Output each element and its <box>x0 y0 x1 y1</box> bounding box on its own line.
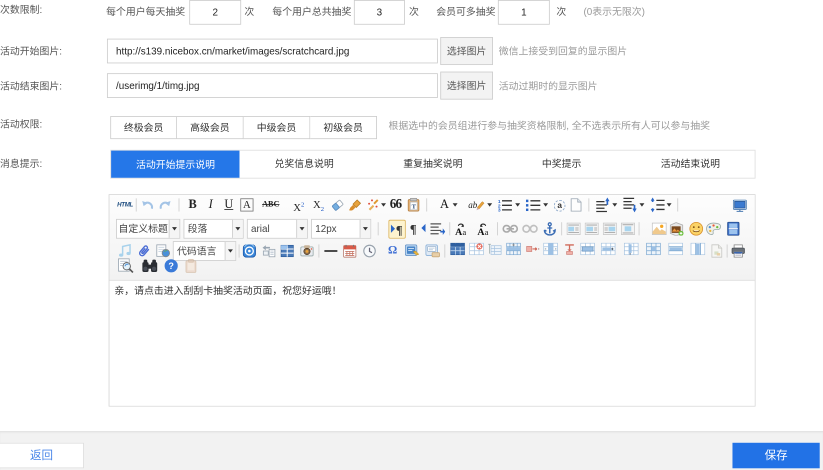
svg-text:ab: ab <box>468 200 478 210</box>
svg-text:a: a <box>462 228 466 236</box>
svg-text:¶: ¶ <box>396 223 403 236</box>
svg-text:?: ? <box>168 261 174 271</box>
svg-text:¶: ¶ <box>410 223 417 236</box>
svg-text:3: 3 <box>498 208 501 212</box>
svg-text:a: a <box>484 228 488 236</box>
svg-text:T: T <box>412 203 417 210</box>
